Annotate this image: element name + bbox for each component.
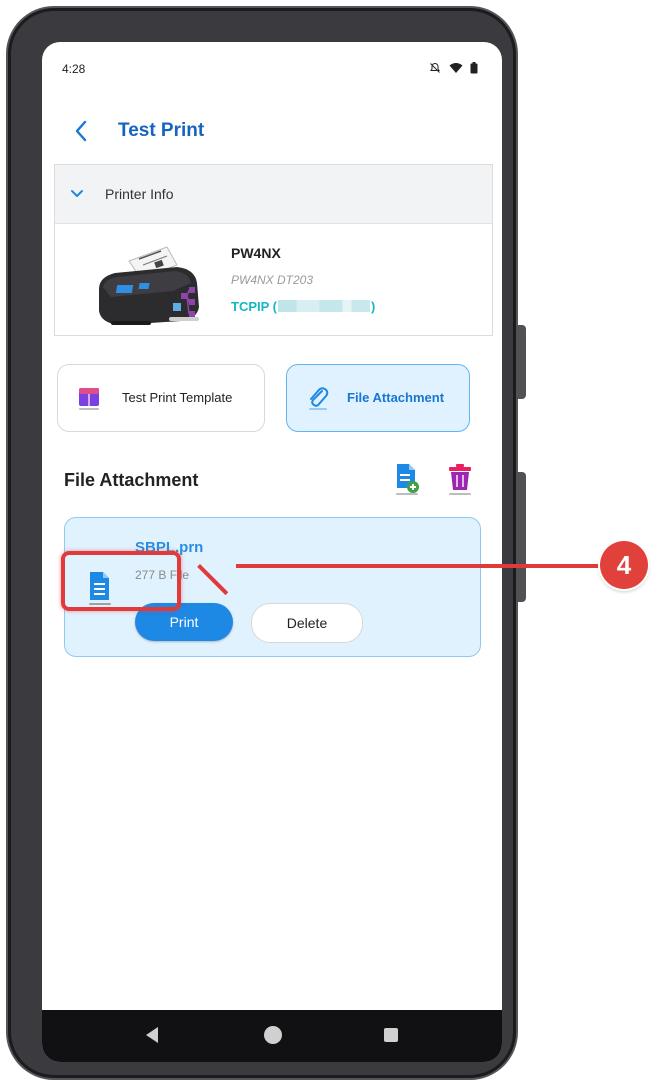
volume-button xyxy=(516,325,526,399)
tab-test-print-template[interactable]: Test Print Template xyxy=(57,364,265,432)
trash-icon xyxy=(449,464,471,495)
chevron-left-icon xyxy=(75,120,87,142)
step-badge: 4 xyxy=(600,541,648,589)
system-nav-bar xyxy=(42,1010,502,1062)
power-button xyxy=(516,472,526,602)
notifications-off-icon xyxy=(430,62,441,73)
nav-home-icon[interactable] xyxy=(264,1026,282,1044)
printer-info-toggle[interactable]: Printer Info xyxy=(55,165,492,224)
printer-info-label: Printer Info xyxy=(105,186,174,202)
section-title: File Attachment xyxy=(64,470,199,490)
status-time: 4:28 xyxy=(62,62,86,76)
tab-label: File Attachment xyxy=(347,390,445,405)
add-file-icon xyxy=(396,464,419,495)
redacted-address xyxy=(278,300,370,312)
add-file-button[interactable] xyxy=(394,462,420,496)
paperclip-icon xyxy=(309,387,329,410)
tab-label: Test Print Template xyxy=(122,390,233,405)
connection-prefix: TCPIP ( xyxy=(231,299,277,314)
printer-name: PW4NX xyxy=(231,245,281,261)
delete-button[interactable]: Delete xyxy=(251,603,363,643)
nav-back-icon[interactable] xyxy=(146,1027,158,1043)
print-button-highlight xyxy=(61,551,181,611)
wifi-icon xyxy=(449,62,463,73)
battery-icon xyxy=(470,61,478,74)
printer-model: PW4NX DT203 xyxy=(231,273,314,287)
tab-file-attachment[interactable]: File Attachment xyxy=(286,364,470,432)
delete-all-button[interactable] xyxy=(446,462,474,496)
status-icons xyxy=(429,60,478,74)
chevron-down-icon xyxy=(71,190,83,197)
printer-connection: TCPIP () xyxy=(231,299,375,314)
back-button[interactable] xyxy=(66,114,96,148)
template-icon xyxy=(79,388,99,410)
page-title: Test Print xyxy=(118,120,205,141)
printer-image xyxy=(99,246,199,325)
printer-info-card: Printer Info PW4NX PW4NX DT203 TCPIP () xyxy=(54,164,493,336)
nav-recents-icon[interactable] xyxy=(384,1028,398,1042)
callout-line xyxy=(236,564,604,568)
connection-suffix: ) xyxy=(371,299,376,314)
